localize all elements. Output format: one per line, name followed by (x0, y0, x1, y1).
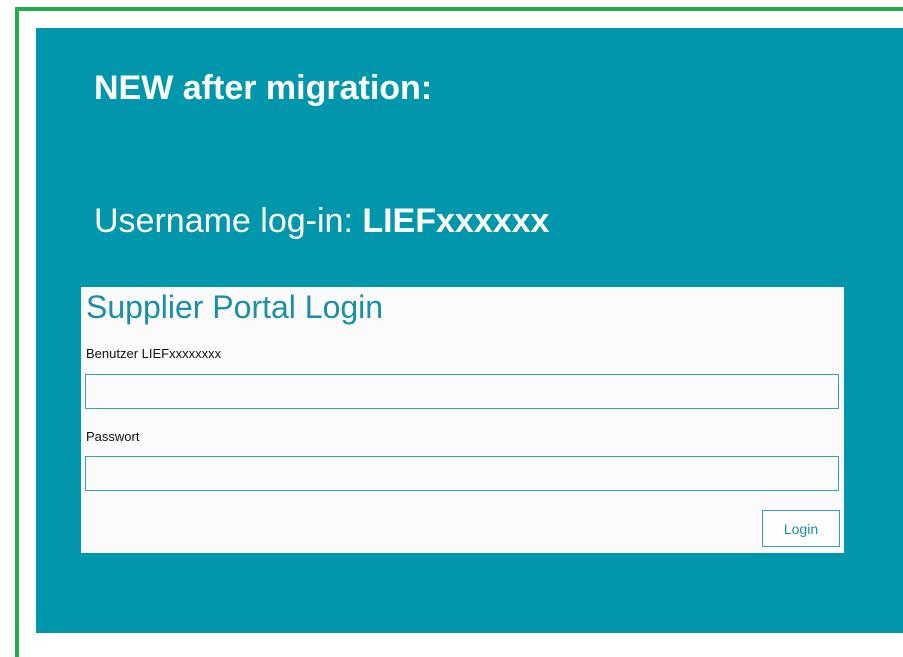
slide-panel: NEW after migration: Username log-in: LI… (36, 28, 903, 633)
username-info-value: LIEFxxxxxx (362, 202, 550, 240)
password-input[interactable] (85, 456, 839, 491)
username-input[interactable] (85, 374, 839, 409)
username-label: Benutzer LIEFxxxxxxxx (86, 346, 222, 361)
password-label: Passwort (86, 429, 140, 444)
login-card: Supplier Portal Login Benutzer LIEFxxxxx… (81, 287, 844, 553)
login-button[interactable]: Login (762, 510, 840, 547)
username-info: Username log-in: LIEFxxxxxx (94, 200, 549, 242)
headline: NEW after migration: (94, 69, 433, 107)
login-title: Supplier Portal Login (86, 289, 384, 325)
username-info-prefix: Username log-in: (94, 202, 363, 240)
